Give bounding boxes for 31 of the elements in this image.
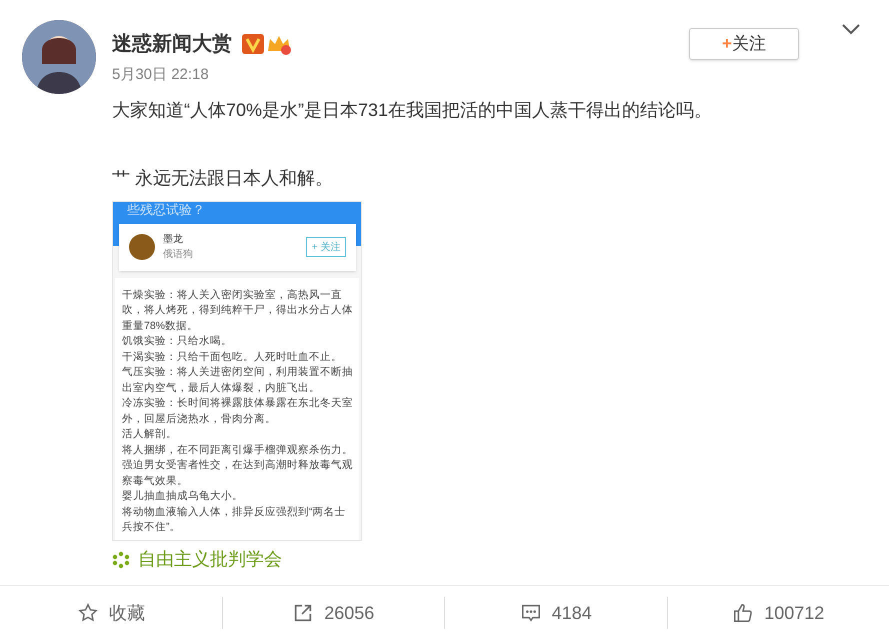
header-text: 些残忍试验？ <box>127 202 205 218</box>
user-avatar <box>129 234 155 260</box>
embedded-paragraph: 干渴实验：只给干面包吃。人死时吐血不止。 <box>122 350 343 364</box>
favorite-button[interactable]: 收藏 <box>76 597 145 629</box>
comment-button[interactable]: 4184 <box>520 597 592 629</box>
post-text: 艹 永远无法跟日本人和解。 <box>112 166 334 190</box>
user-name: 墨龙 <box>163 232 184 246</box>
post-text: 大家知道“人体70%是水”是日本731在我国把活的中国人蒸干得出的结论吗。 <box>112 98 714 122</box>
embedded-paragraph: 冷冻实验：长时间将裸露肢体暴露在东北冬天室外，回屋后浇热水，骨肉分离。 <box>122 396 354 426</box>
like-button[interactable]: 100712 <box>732 597 824 629</box>
follow-button[interactable]: +关注 <box>689 28 799 60</box>
embedded-screenshot[interactable] <box>112 200 362 540</box>
user-subtitle: 俄语狗 <box>163 248 193 262</box>
author-name[interactable]: 迷惑新闻大赏 <box>112 29 232 59</box>
comment-icon <box>520 602 542 624</box>
flower-icon <box>112 550 130 568</box>
thumbs-up-icon <box>732 602 754 624</box>
star-icon <box>76 602 99 624</box>
embedded-paragraph: 气压实验：将人关进密闭空间，利用装置不断抽出室内空气，最后人体爆裂，内脏飞出。 <box>122 365 354 396</box>
chevron-down-icon[interactable] <box>841 22 861 36</box>
post-date[interactable]: 5月30日 22:18 <box>112 64 889 86</box>
embedded-paragraph: 强迫男女受害者性交，在达到高潮时释放毒气观察毒气效果。 <box>122 458 354 488</box>
embedded-paragraph: 将动物血液输入人体，排异反应强烈到“两名士兵按不住”。 <box>122 504 346 535</box>
embedded-paragraph: 干燥实验：将人关入密闭实验室，高热风一直吹，将人烤死，得到纯粹干尸，得出水分占人体重量78%数据。 <box>122 288 354 334</box>
embedded-paragraph: 将人捆绑，在不同距离引爆手榴弹观察杀伤力。 <box>122 442 354 458</box>
verified-badge-icon <box>242 34 264 54</box>
embedded-paragraph: 活人解剖。 <box>122 427 178 442</box>
source-link[interactable]: 自由主义批判学会 <box>138 546 282 573</box>
embedded-paragraph: 婴儿抽血抽成乌龟大小。 <box>122 489 244 504</box>
repost-button[interactable]: 26056 <box>292 597 374 629</box>
embedded-paragraph: 饥饿实验：只给水喝。 <box>122 334 233 349</box>
